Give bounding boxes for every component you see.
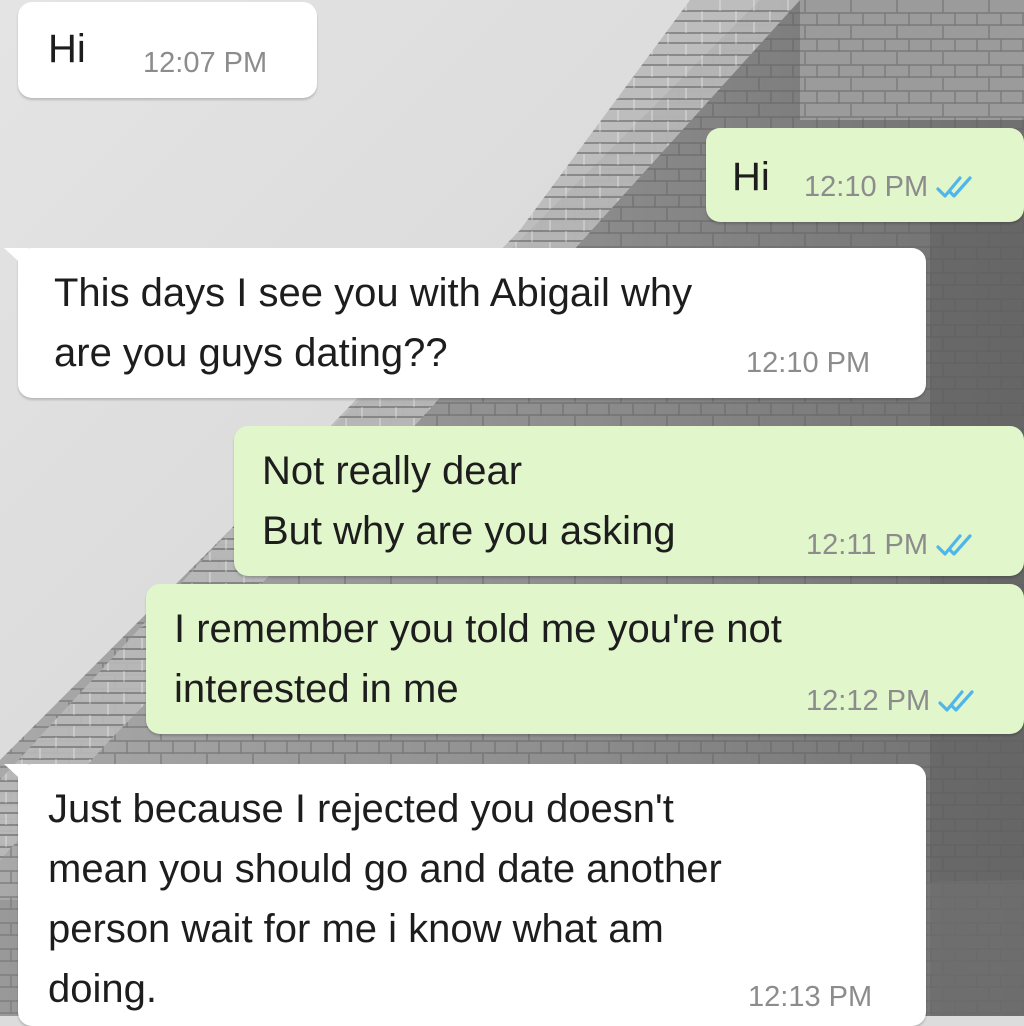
timestamp-text: 12:10 PM	[746, 347, 871, 379]
message-incoming[interactable]: This days I see you with Abigail why are…	[4, 248, 926, 398]
timestamp-text: 12:07 PM	[143, 47, 268, 79]
message-text-line: Just because I rejected you doesn't	[48, 787, 674, 831]
read-double-check-icon	[938, 690, 974, 712]
message-text-line: But why are you asking	[262, 509, 676, 553]
message-text-line: interested in me	[174, 667, 459, 711]
message-outgoing[interactable]: Hi 12:10 PM	[706, 128, 1024, 222]
bubble-tail	[4, 764, 28, 786]
message-incoming[interactable]: Just because I rejected you doesn't mean…	[4, 764, 926, 1026]
bubble-tail	[4, 248, 28, 270]
message-text-line: mean you should go and date another	[48, 847, 722, 891]
message-timestamp: 12:10 PM	[746, 346, 870, 380]
message-text-line: are you guys dating??	[54, 331, 448, 375]
message-text-line: This days I see you with Abigail why	[54, 271, 693, 315]
message-timestamp: 12:11 PM	[806, 528, 976, 562]
message-text-line: I remember you told me you're not	[174, 607, 782, 651]
timestamp-text: 12:10 PM	[804, 171, 929, 203]
timestamp-text: 12:13 PM	[748, 981, 873, 1013]
message-text-line: person wait for me i know what am	[48, 907, 664, 951]
message-text-line: Not really dear	[262, 449, 523, 493]
message-timestamp: 12:13 PM	[748, 980, 872, 1014]
message-text: Hi	[732, 155, 770, 199]
read-double-check-icon	[936, 534, 972, 556]
read-double-check-icon	[936, 176, 972, 198]
timestamp-text: 12:12 PM	[806, 685, 931, 717]
message-timestamp: 12:07 PM	[143, 46, 267, 80]
message-outgoing[interactable]: I remember you told me you're not intere…	[146, 584, 1024, 734]
message-outgoing[interactable]: Not really dear But why are you asking 1…	[234, 426, 1024, 576]
message-timestamp: 12:12 PM	[806, 684, 978, 718]
message-incoming[interactable]: Hi 12:07 PM	[18, 2, 317, 98]
message-timestamp: 12:10 PM	[804, 170, 976, 204]
chat-conversation: Hi 12:07 PM Hi 12:10 PM This days I see …	[0, 0, 1024, 1026]
timestamp-text: 12:11 PM	[806, 529, 928, 561]
message-text-line: doing.	[48, 967, 157, 1011]
message-text: Hi	[48, 27, 86, 71]
